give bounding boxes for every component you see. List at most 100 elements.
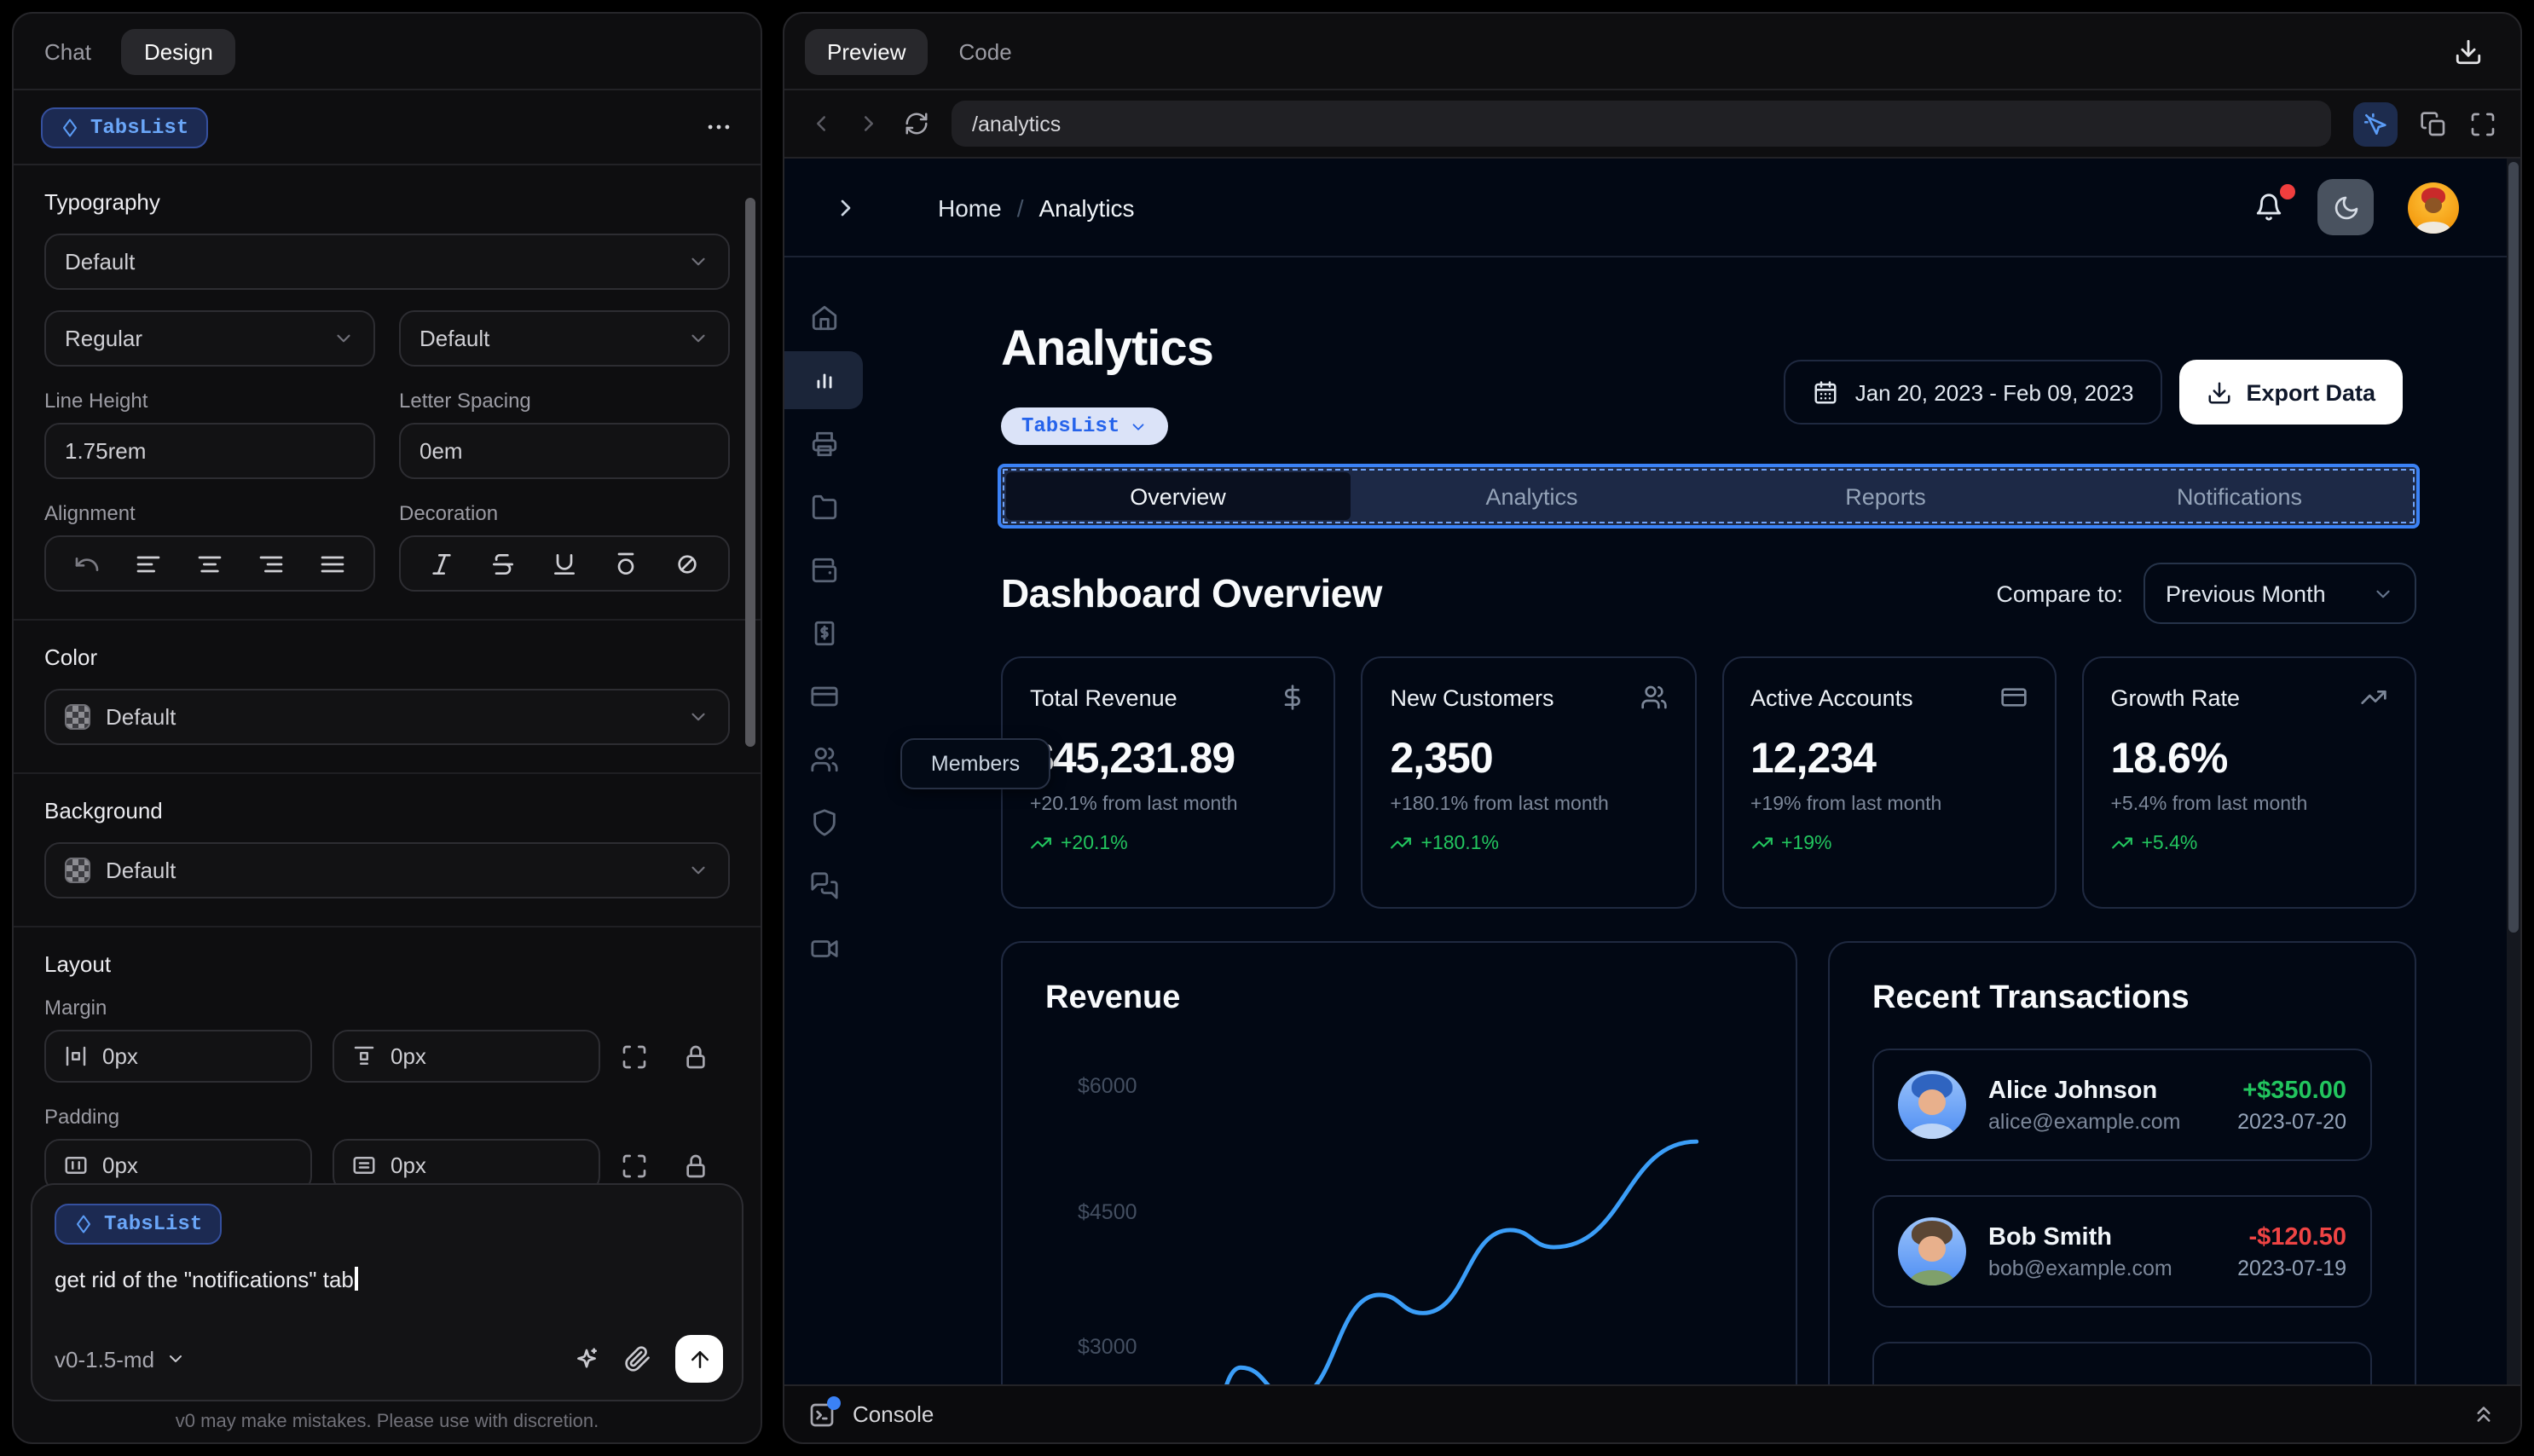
enhance-prompt-icon[interactable] (573, 1345, 600, 1372)
v0-workspace: Chat Design TabsList Typography Default … (0, 0, 2534, 1456)
copy-icon[interactable] (2420, 110, 2447, 137)
page-title: Analytics (1001, 322, 1214, 377)
fullscreen-icon[interactable] (2469, 110, 2496, 137)
forward-icon[interactable] (856, 111, 882, 136)
tab-preview[interactable]: Preview (805, 28, 929, 74)
prompt-composer[interactable]: TabsList get rid of the "notifications" … (31, 1183, 743, 1401)
underline-icon[interactable] (551, 550, 578, 577)
lock-margin-icon[interactable] (682, 1043, 709, 1070)
strikethrough-icon[interactable] (489, 550, 517, 577)
font-weight-select[interactable]: Regular (44, 310, 375, 367)
nav-credit-card-icon[interactable] (784, 667, 863, 725)
url-input[interactable]: /analytics (952, 101, 2331, 147)
align-right-icon[interactable] (257, 550, 285, 577)
sidebar-toggle-icon[interactable] (832, 194, 859, 221)
margin-x-input[interactable]: 0px (44, 1030, 312, 1083)
nav-video-icon[interactable] (784, 919, 863, 977)
stat-card: Growth Rate 18.6% +5.4% from last month +5.… (2081, 656, 2416, 909)
margin-y-input[interactable]: 0px (333, 1030, 600, 1083)
undo-icon[interactable] (73, 550, 101, 577)
font-family-select[interactable]: Default (44, 234, 730, 290)
selected-component-label: TabsList (90, 115, 189, 139)
stat-title: Active Accounts (1750, 685, 1913, 710)
notifications-button[interactable] (2254, 184, 2295, 222)
tab-design[interactable]: Design (121, 28, 235, 74)
breadcrumb-home[interactable]: Home (938, 194, 1002, 221)
users-icon (1640, 684, 1667, 711)
dashboard-tab-notifications[interactable]: Notifications (2062, 467, 2416, 525)
overline-icon[interactable] (612, 550, 639, 577)
attach-file-icon[interactable] (624, 1345, 651, 1372)
bell-icon (2254, 193, 2283, 222)
line-height-label: Line Height (44, 389, 148, 413)
inspect-selected-chip[interactable]: TabsList (1001, 407, 1168, 445)
transaction-row[interactable]: Bob Smith bob@example.com -$120.50 2023-07-… (1872, 1195, 2372, 1308)
export-data-button[interactable]: Export Data (2179, 360, 2403, 425)
expand-padding-icon[interactable] (621, 1152, 648, 1179)
user-avatar[interactable] (2408, 182, 2459, 233)
dashboard-tab-analytics[interactable]: Analytics (1355, 467, 1709, 525)
background-swatch (65, 858, 90, 883)
background-select[interactable]: Default (44, 842, 730, 898)
download-icon[interactable] (2454, 37, 2483, 66)
nav-folder-icon[interactable] (784, 477, 863, 535)
inspect-mode-button[interactable] (2353, 101, 2398, 146)
decoration-label: Decoration (399, 501, 499, 525)
transaction-name: Bob Smith (1988, 1223, 2112, 1251)
refresh-icon[interactable] (904, 111, 929, 136)
nav-shield-icon[interactable] (784, 793, 863, 851)
stat-value: 18.6% (2110, 735, 2229, 783)
avatar (1898, 1071, 1966, 1139)
nav-bar-chart-icon[interactable] (784, 351, 863, 409)
nav-messages-icon[interactable] (784, 856, 863, 914)
stat-trend: +19% (1750, 832, 2028, 854)
nav-home-icon[interactable] (784, 288, 863, 346)
background-label: Background (44, 798, 163, 823)
preview-scrollbar-thumb[interactable] (2508, 162, 2519, 933)
tab-chat[interactable]: Chat (44, 38, 91, 64)
selected-component-chip[interactable]: TabsList (41, 107, 208, 147)
align-left-icon[interactable] (135, 550, 162, 577)
transactions-list: Alice Johnson alice@example.com +$350.00 20… (1872, 1049, 2372, 1384)
tab-code[interactable]: Code (959, 38, 1012, 64)
dashboard-tab-overview[interactable]: Overview (1006, 472, 1350, 520)
color-section: Color Default (14, 621, 761, 774)
theme-toggle-button[interactable] (2317, 179, 2374, 235)
stat-title: Total Revenue (1030, 685, 1177, 710)
transaction-name: Alice Johnson (1988, 1077, 2158, 1104)
dashboard-tab-reports[interactable]: Reports (1709, 467, 2062, 525)
preview-scrollbar[interactable] (2507, 159, 2520, 1384)
transaction-row[interactable]: Alice Johnson alice@example.com +$350.00 20… (1872, 1049, 2372, 1161)
expand-margin-icon[interactable] (621, 1043, 648, 1070)
chevrons-up-icon[interactable] (2471, 1401, 2496, 1427)
nav-users-icon[interactable] (784, 730, 863, 788)
letter-spacing-input[interactable]: 0em (399, 423, 730, 479)
left-panel-scrollbar[interactable] (745, 198, 755, 747)
trending-up-icon (1391, 832, 1413, 854)
nav-printer-icon[interactable] (784, 414, 863, 472)
model-select[interactable]: v0-1.5-md (55, 1346, 185, 1372)
color-select[interactable]: Default (44, 689, 730, 745)
padding-x-icon (63, 1153, 89, 1178)
console-bar[interactable]: Console (784, 1384, 2520, 1442)
moon-icon (2332, 194, 2359, 221)
composer-component-chip[interactable]: TabsList (55, 1204, 222, 1245)
compare-select[interactable]: Previous Month (2143, 563, 2416, 624)
lock-padding-icon[interactable] (682, 1152, 709, 1179)
back-icon[interactable] (808, 111, 834, 136)
date-range-button[interactable]: Jan 20, 2023 - Feb 09, 2023 (1783, 360, 2163, 425)
layout-section: Layout Margin 0px 0px Padding 0px 0px (14, 927, 761, 1219)
font-size-select[interactable]: Default (399, 310, 730, 367)
italic-icon[interactable] (428, 550, 455, 577)
slash-zero-icon[interactable] (674, 550, 701, 577)
more-options-icon[interactable] (704, 113, 733, 142)
nav-receipt-icon[interactable] (784, 604, 863, 662)
margin-x-icon (63, 1043, 89, 1069)
nav-wallet-icon[interactable] (784, 540, 863, 598)
send-button[interactable] (675, 1335, 723, 1383)
prompt-input[interactable]: get rid of the "notifications" tab (55, 1267, 720, 1292)
align-justify-icon[interactable] (319, 550, 346, 577)
line-height-input[interactable]: 1.75rem (44, 423, 375, 479)
arrow-up-icon (686, 1346, 712, 1372)
align-center-icon[interactable] (196, 550, 223, 577)
